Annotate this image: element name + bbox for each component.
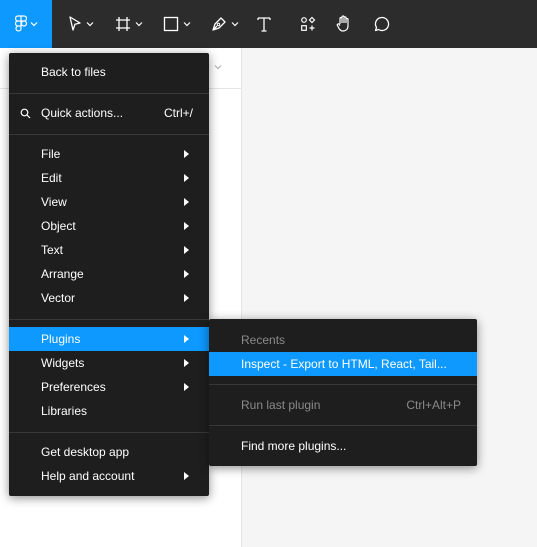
menu-item-object[interactable]: Object (9, 214, 209, 238)
chevron-down-icon (231, 22, 238, 27)
menu-item-edit[interactable]: Edit (9, 166, 209, 190)
search-icon (20, 108, 31, 118)
menu-item-view[interactable]: View (9, 190, 209, 214)
chevron-right-icon (184, 222, 189, 230)
menu-item-label: Vector (41, 291, 76, 305)
chevron-right-icon (184, 174, 189, 182)
menu-item-widgets[interactable]: Widgets (9, 351, 209, 375)
cursor-icon (68, 16, 81, 31)
chevron-right-icon (184, 472, 189, 480)
menu-divider (9, 93, 209, 94)
toolbar (0, 0, 537, 48)
comment-bubble-icon (374, 16, 390, 32)
pen-tool[interactable] (204, 0, 244, 48)
pen-icon (211, 17, 226, 31)
menu-item-help-and-account[interactable]: Help and account (9, 464, 209, 488)
rectangle-icon (163, 16, 178, 32)
menu-item-label: File (41, 147, 61, 161)
menu-item-get-desktop-app[interactable]: Get desktop app (9, 440, 209, 464)
main-menu-button[interactable] (0, 0, 52, 48)
submenu-header-label: Recents (241, 333, 286, 347)
submenu-item-inspect-plugin[interactable]: Inspect - Export to HTML, React, Tail... (209, 352, 477, 376)
text-icon (257, 17, 271, 32)
shape-tool[interactable] (156, 0, 196, 48)
chevron-right-icon (184, 150, 189, 158)
menu-divider (9, 134, 209, 135)
menu-item-file[interactable]: File (9, 142, 209, 166)
menu-item-quick-actions[interactable]: Quick actions... Ctrl+/ (9, 101, 209, 125)
chevron-right-icon (184, 294, 189, 302)
menu-item-label: Edit (41, 171, 62, 185)
menu-item-label: Quick actions... (41, 106, 124, 120)
menu-item-preferences[interactable]: Preferences (9, 375, 209, 399)
chevron-right-icon (184, 359, 189, 367)
submenu-item-find-more-plugins[interactable]: Find more plugins... (209, 434, 477, 458)
chevron-down-icon (214, 65, 222, 70)
menu-item-plugins[interactable]: Plugins (9, 327, 209, 351)
chevron-down-icon (135, 22, 142, 27)
frame-tool[interactable] (108, 0, 148, 48)
menu-item-label: Preferences (41, 380, 106, 394)
chevron-right-icon (184, 198, 189, 206)
chevron-down-icon (86, 22, 93, 27)
chevron-right-icon (184, 335, 189, 343)
menu-item-label: Plugins (41, 332, 81, 346)
submenu-header-recents: Recents (209, 328, 477, 352)
move-tool[interactable] (60, 0, 100, 48)
comment-tool[interactable] (370, 0, 394, 48)
menu-divider (209, 425, 477, 426)
menu-item-label: Arrange (41, 267, 84, 281)
menu-item-label: Run last plugin (241, 398, 321, 412)
menu-item-label: Widgets (41, 356, 85, 370)
menu-divider (9, 432, 209, 433)
menu-item-label: Find more plugins... (241, 439, 347, 453)
chevron-down-icon (30, 22, 37, 27)
submenu-item-run-last-plugin[interactable]: Run last plugin Ctrl+Alt+P (209, 393, 477, 417)
chevron-right-icon (184, 383, 189, 391)
plugins-submenu: Recents Inspect - Export to HTML, React,… (209, 319, 477, 466)
chevron-right-icon (184, 246, 189, 254)
menu-item-label: Text (41, 243, 64, 257)
menu-item-label: Object (41, 219, 76, 233)
resources-tool[interactable] (296, 0, 320, 48)
chevron-down-icon (183, 22, 190, 27)
chevron-right-icon (184, 270, 189, 278)
shortcut-label: Ctrl+Alt+P (406, 398, 461, 412)
figma-logo-icon (14, 15, 27, 32)
menu-item-label: Back to files (41, 65, 106, 79)
menu-item-text[interactable]: Text (9, 238, 209, 262)
menu-divider (209, 384, 477, 385)
menu-item-label: Inspect - Export to HTML, React, Tail... (241, 357, 447, 371)
shortcut-label: Ctrl+/ (163, 106, 193, 120)
menu-item-label: Libraries (41, 404, 88, 418)
hand-icon (336, 15, 349, 32)
resources-icon (301, 16, 316, 31)
frame-hash-icon (115, 17, 130, 31)
menu-item-arrange[interactable]: Arrange (9, 262, 209, 286)
menu-item-label: Help and account (41, 469, 135, 483)
menu-item-label: View (41, 195, 67, 209)
menu-item-libraries[interactable]: Libraries (9, 399, 209, 423)
menu-item-label: Get desktop app (41, 445, 130, 459)
hand-tool[interactable] (332, 0, 356, 48)
canvas[interactable] (242, 48, 537, 547)
menu-item-back-to-files[interactable]: Back to files (9, 60, 209, 84)
text-tool[interactable] (252, 0, 276, 48)
menu-divider (9, 319, 209, 320)
menu-item-vector[interactable]: Vector (9, 286, 209, 310)
main-menu: Back to files Quick actions... Ctrl+/ Fi… (9, 53, 209, 496)
